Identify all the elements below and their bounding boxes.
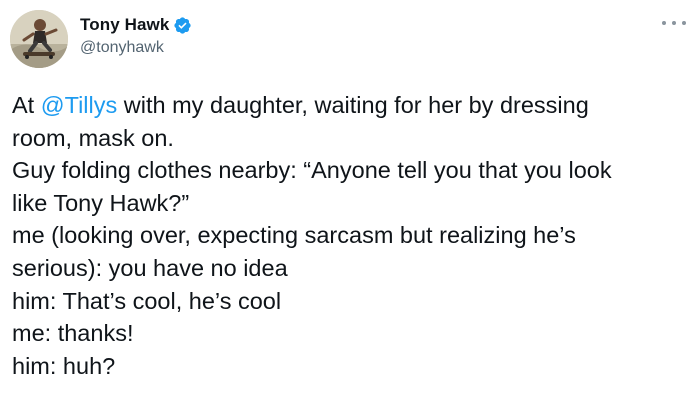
tweet-text-segment: At — [12, 92, 41, 118]
more-dot — [662, 21, 666, 25]
display-name[interactable]: Tony Hawk — [80, 15, 169, 35]
more-dot — [672, 21, 676, 25]
tweet-line: Guy folding clothes nearby: “Anyone tell… — [12, 157, 612, 184]
tweet-line: room, mask on. — [12, 124, 174, 151]
author-block: Tony Hawk @tonyhawk — [80, 14, 192, 57]
tweet-line: me: thanks! — [12, 320, 134, 347]
tweet-card: Tony Hawk @tonyhawk At @Tillys with my d… — [0, 0, 700, 402]
more-horizontal-icon[interactable] — [662, 16, 686, 30]
tweet-line: me (looking over, expecting sarcasm but … — [12, 222, 576, 249]
name-row: Tony Hawk — [80, 14, 192, 36]
tweet-text: At @Tillys with my daughter, waiting for… — [12, 89, 692, 382]
more-dot — [682, 21, 686, 25]
tweet-text-segment: with my daughter, waiting for her by dre… — [117, 92, 589, 118]
mention-link[interactable]: @Tillys — [41, 92, 118, 118]
tweet-line: him: huh? — [12, 352, 116, 379]
verified-badge-icon — [173, 16, 192, 35]
tweet-line: At @Tillys with my daughter, waiting for… — [12, 89, 692, 122]
avatar-photo — [10, 10, 68, 68]
tweet-line: serious): you have no idea — [12, 254, 288, 281]
profile-avatar[interactable] — [10, 10, 68, 68]
user-handle[interactable]: @tonyhawk — [80, 39, 192, 57]
tweet-line: like Tony Hawk?” — [12, 189, 190, 216]
tweet-line: him: That’s cool, he’s cool — [12, 287, 282, 314]
